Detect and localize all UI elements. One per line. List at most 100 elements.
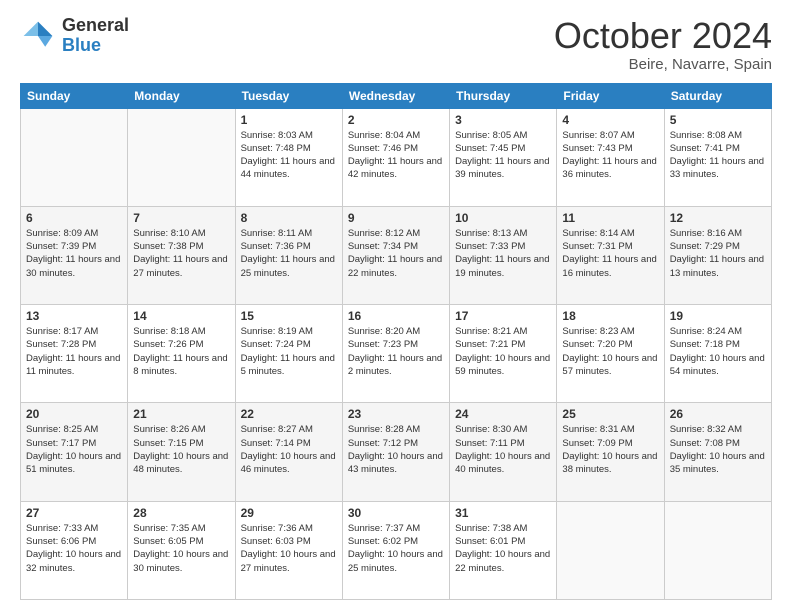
cell-info: Sunrise: 8:17 AM Sunset: 7:28 PM Dayligh…	[26, 325, 122, 378]
sunset-text: Sunset: 6:05 PM	[133, 536, 203, 547]
sunrise-text: Sunrise: 8:10 AM	[133, 228, 205, 239]
daylight-text: Daylight: 11 hours and 19 minutes.	[455, 254, 549, 278]
cell-info: Sunrise: 8:21 AM Sunset: 7:21 PM Dayligh…	[455, 325, 551, 378]
date-number: 30	[348, 506, 444, 520]
cell-info: Sunrise: 8:14 AM Sunset: 7:31 PM Dayligh…	[562, 227, 658, 280]
cell-info: Sunrise: 8:19 AM Sunset: 7:24 PM Dayligh…	[241, 325, 337, 378]
header-saturday: Saturday	[664, 83, 771, 108]
cell-week1-day4: 2 Sunrise: 8:04 AM Sunset: 7:46 PM Dayli…	[342, 108, 449, 206]
cell-info: Sunrise: 8:05 AM Sunset: 7:45 PM Dayligh…	[455, 129, 551, 182]
daylight-text: Daylight: 11 hours and 22 minutes.	[348, 254, 442, 278]
cell-week2-day4: 9 Sunrise: 8:12 AM Sunset: 7:34 PM Dayli…	[342, 206, 449, 304]
daylight-text: Daylight: 11 hours and 42 minutes.	[348, 156, 442, 180]
date-number: 12	[670, 211, 766, 225]
daylight-text: Daylight: 10 hours and 22 minutes.	[455, 549, 550, 573]
sunset-text: Sunset: 7:23 PM	[348, 339, 418, 350]
cell-info: Sunrise: 7:33 AM Sunset: 6:06 PM Dayligh…	[26, 522, 122, 575]
sunset-text: Sunset: 6:02 PM	[348, 536, 418, 547]
daylight-text: Daylight: 10 hours and 35 minutes.	[670, 451, 765, 475]
sunrise-text: Sunrise: 8:07 AM	[562, 130, 634, 141]
daylight-text: Daylight: 10 hours and 40 minutes.	[455, 451, 550, 475]
header-thursday: Thursday	[450, 83, 557, 108]
cell-info: Sunrise: 7:38 AM Sunset: 6:01 PM Dayligh…	[455, 522, 551, 575]
date-number: 14	[133, 309, 229, 323]
date-number: 31	[455, 506, 551, 520]
date-number: 15	[241, 309, 337, 323]
cell-info: Sunrise: 7:35 AM Sunset: 6:05 PM Dayligh…	[133, 522, 229, 575]
cell-week3-day7: 19 Sunrise: 8:24 AM Sunset: 7:18 PM Dayl…	[664, 305, 771, 403]
daylight-text: Daylight: 11 hours and 11 minutes.	[26, 353, 120, 377]
sunset-text: Sunset: 6:06 PM	[26, 536, 96, 547]
sunset-text: Sunset: 7:17 PM	[26, 438, 96, 449]
date-number: 19	[670, 309, 766, 323]
sunrise-text: Sunrise: 8:18 AM	[133, 326, 205, 337]
sunset-text: Sunset: 7:20 PM	[562, 339, 632, 350]
logo-general-text: General	[62, 16, 129, 36]
cell-info: Sunrise: 8:30 AM Sunset: 7:11 PM Dayligh…	[455, 423, 551, 476]
sunrise-text: Sunrise: 8:28 AM	[348, 424, 420, 435]
cell-week4-day4: 23 Sunrise: 8:28 AM Sunset: 7:12 PM Dayl…	[342, 403, 449, 501]
sunrise-text: Sunrise: 7:37 AM	[348, 523, 420, 534]
cell-info: Sunrise: 8:07 AM Sunset: 7:43 PM Dayligh…	[562, 129, 658, 182]
sunset-text: Sunset: 7:34 PM	[348, 241, 418, 252]
cell-info: Sunrise: 8:31 AM Sunset: 7:09 PM Dayligh…	[562, 423, 658, 476]
week-row-4: 20 Sunrise: 8:25 AM Sunset: 7:17 PM Dayl…	[21, 403, 772, 501]
daylight-text: Daylight: 11 hours and 36 minutes.	[562, 156, 656, 180]
sunset-text: Sunset: 7:29 PM	[670, 241, 740, 252]
cell-info: Sunrise: 8:13 AM Sunset: 7:33 PM Dayligh…	[455, 227, 551, 280]
cell-week1-day3: 1 Sunrise: 8:03 AM Sunset: 7:48 PM Dayli…	[235, 108, 342, 206]
cell-week1-day6: 4 Sunrise: 8:07 AM Sunset: 7:43 PM Dayli…	[557, 108, 664, 206]
cell-info: Sunrise: 8:26 AM Sunset: 7:15 PM Dayligh…	[133, 423, 229, 476]
sunset-text: Sunset: 7:43 PM	[562, 143, 632, 154]
cell-info: Sunrise: 7:37 AM Sunset: 6:02 PM Dayligh…	[348, 522, 444, 575]
sunrise-text: Sunrise: 7:38 AM	[455, 523, 527, 534]
cell-info: Sunrise: 8:16 AM Sunset: 7:29 PM Dayligh…	[670, 227, 766, 280]
cell-info: Sunrise: 8:32 AM Sunset: 7:08 PM Dayligh…	[670, 423, 766, 476]
sunrise-text: Sunrise: 8:19 AM	[241, 326, 313, 337]
sunrise-text: Sunrise: 8:21 AM	[455, 326, 527, 337]
sunrise-text: Sunrise: 8:23 AM	[562, 326, 634, 337]
logo-text: General Blue	[62, 16, 129, 56]
cell-info: Sunrise: 8:12 AM Sunset: 7:34 PM Dayligh…	[348, 227, 444, 280]
cell-week3-day4: 16 Sunrise: 8:20 AM Sunset: 7:23 PM Dayl…	[342, 305, 449, 403]
daylight-text: Daylight: 11 hours and 33 minutes.	[670, 156, 764, 180]
date-number: 28	[133, 506, 229, 520]
date-number: 8	[241, 211, 337, 225]
date-number: 24	[455, 407, 551, 421]
sunset-text: Sunset: 6:01 PM	[455, 536, 525, 547]
daylight-text: Daylight: 10 hours and 48 minutes.	[133, 451, 228, 475]
daylight-text: Daylight: 11 hours and 44 minutes.	[241, 156, 335, 180]
sunrise-text: Sunrise: 7:36 AM	[241, 523, 313, 534]
location: Beire, Navarre, Spain	[554, 56, 772, 73]
cell-info: Sunrise: 8:18 AM Sunset: 7:26 PM Dayligh…	[133, 325, 229, 378]
daylight-text: Daylight: 11 hours and 27 minutes.	[133, 254, 227, 278]
sunset-text: Sunset: 7:26 PM	[133, 339, 203, 350]
sunrise-text: Sunrise: 8:24 AM	[670, 326, 742, 337]
cell-week4-day3: 22 Sunrise: 8:27 AM Sunset: 7:14 PM Dayl…	[235, 403, 342, 501]
date-number: 3	[455, 113, 551, 127]
daylight-text: Daylight: 11 hours and 8 minutes.	[133, 353, 227, 377]
sunrise-text: Sunrise: 8:12 AM	[348, 228, 420, 239]
weekday-header-row: Sunday Monday Tuesday Wednesday Thursday…	[21, 83, 772, 108]
sunrise-text: Sunrise: 7:35 AM	[133, 523, 205, 534]
cell-info: Sunrise: 7:36 AM Sunset: 6:03 PM Dayligh…	[241, 522, 337, 575]
cell-info: Sunrise: 8:28 AM Sunset: 7:12 PM Dayligh…	[348, 423, 444, 476]
daylight-text: Daylight: 11 hours and 2 minutes.	[348, 353, 442, 377]
sunrise-text: Sunrise: 8:26 AM	[133, 424, 205, 435]
cell-week5-day6	[557, 501, 664, 599]
sunrise-text: Sunrise: 8:14 AM	[562, 228, 634, 239]
cell-week3-day1: 13 Sunrise: 8:17 AM Sunset: 7:28 PM Dayl…	[21, 305, 128, 403]
cell-info: Sunrise: 8:03 AM Sunset: 7:48 PM Dayligh…	[241, 129, 337, 182]
cell-week5-day3: 29 Sunrise: 7:36 AM Sunset: 6:03 PM Dayl…	[235, 501, 342, 599]
daylight-text: Daylight: 10 hours and 32 minutes.	[26, 549, 121, 573]
sunrise-text: Sunrise: 8:05 AM	[455, 130, 527, 141]
cell-info: Sunrise: 8:10 AM Sunset: 7:38 PM Dayligh…	[133, 227, 229, 280]
daylight-text: Daylight: 10 hours and 46 minutes.	[241, 451, 336, 475]
date-number: 21	[133, 407, 229, 421]
header-wednesday: Wednesday	[342, 83, 449, 108]
date-number: 1	[241, 113, 337, 127]
sunrise-text: Sunrise: 8:11 AM	[241, 228, 313, 239]
cell-info: Sunrise: 8:27 AM Sunset: 7:14 PM Dayligh…	[241, 423, 337, 476]
date-number: 5	[670, 113, 766, 127]
sunrise-text: Sunrise: 8:31 AM	[562, 424, 634, 435]
